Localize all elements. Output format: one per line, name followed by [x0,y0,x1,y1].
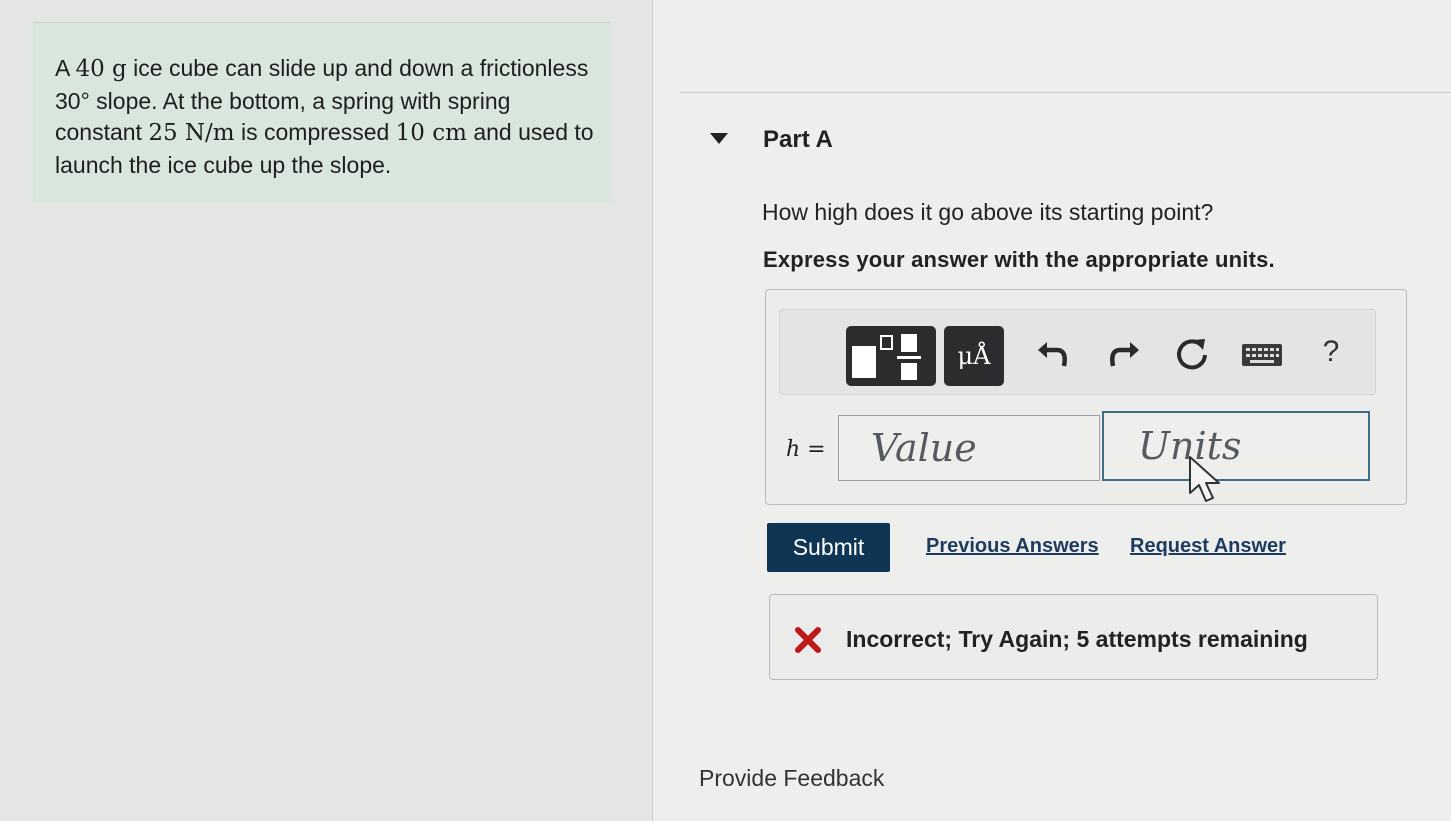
submit-button[interactable]: Submit [767,523,890,572]
problem-compression: 10 cm [395,120,467,146]
help-button[interactable]: ? [1316,332,1346,372]
keyboard-icon [1242,344,1282,366]
feedback-message: Incorrect; Try Again; 5 attempts remaini… [846,626,1308,652]
part-title: Part A [763,126,833,153]
answer-variable: h [786,437,801,462]
problem-mass: 40 g [75,56,127,82]
answer-equals: = [807,437,826,462]
keyboard-button[interactable] [1240,340,1284,370]
undo-button[interactable] [1035,336,1071,372]
request-answer-link[interactable]: Request Answer [1130,535,1286,558]
problem-text-4: is compressed [234,119,396,145]
incorrect-x-icon [795,627,821,653]
problem-statement: A 40 g ice cube can slide up and down a … [55,53,595,181]
instruction-text: Express your answer with the appropriate… [763,247,1275,272]
problem-spring-constant: 25 N/m [148,120,235,146]
redo-button[interactable] [1106,336,1142,372]
units-button[interactable]: μÅ [944,326,1004,386]
reset-icon [1177,339,1207,370]
left-pane: A 40 g ice cube can slide up and down a … [0,0,653,821]
previous-answers-link[interactable]: Previous Answers [926,535,1099,558]
problem-text-2: ice cube can slide up and down a frictio… [126,55,589,81]
help-icon: ? [1322,335,1340,368]
undo-icon [1038,342,1067,367]
problem-statement-box: A 40 g ice cube can slide up and down a … [33,22,611,203]
fraction-template-icon [852,334,921,380]
divider [680,92,1451,93]
reset-button[interactable] [1172,334,1212,374]
value-input[interactable] [838,415,1100,481]
part-collapse-toggle-icon[interactable] [710,133,728,144]
redo-icon [1110,342,1139,367]
units-icon: μÅ [957,342,991,370]
units-input[interactable] [1102,411,1370,481]
fraction-template-button[interactable] [846,326,936,386]
question-text: How high does it go above its starting p… [762,199,1214,225]
problem-angle: 30° [55,87,90,114]
problem-text-1: A [55,55,76,81]
answer-variable-label: h = [786,437,826,462]
provide-feedback-link[interactable]: Provide Feedback [699,765,884,792]
